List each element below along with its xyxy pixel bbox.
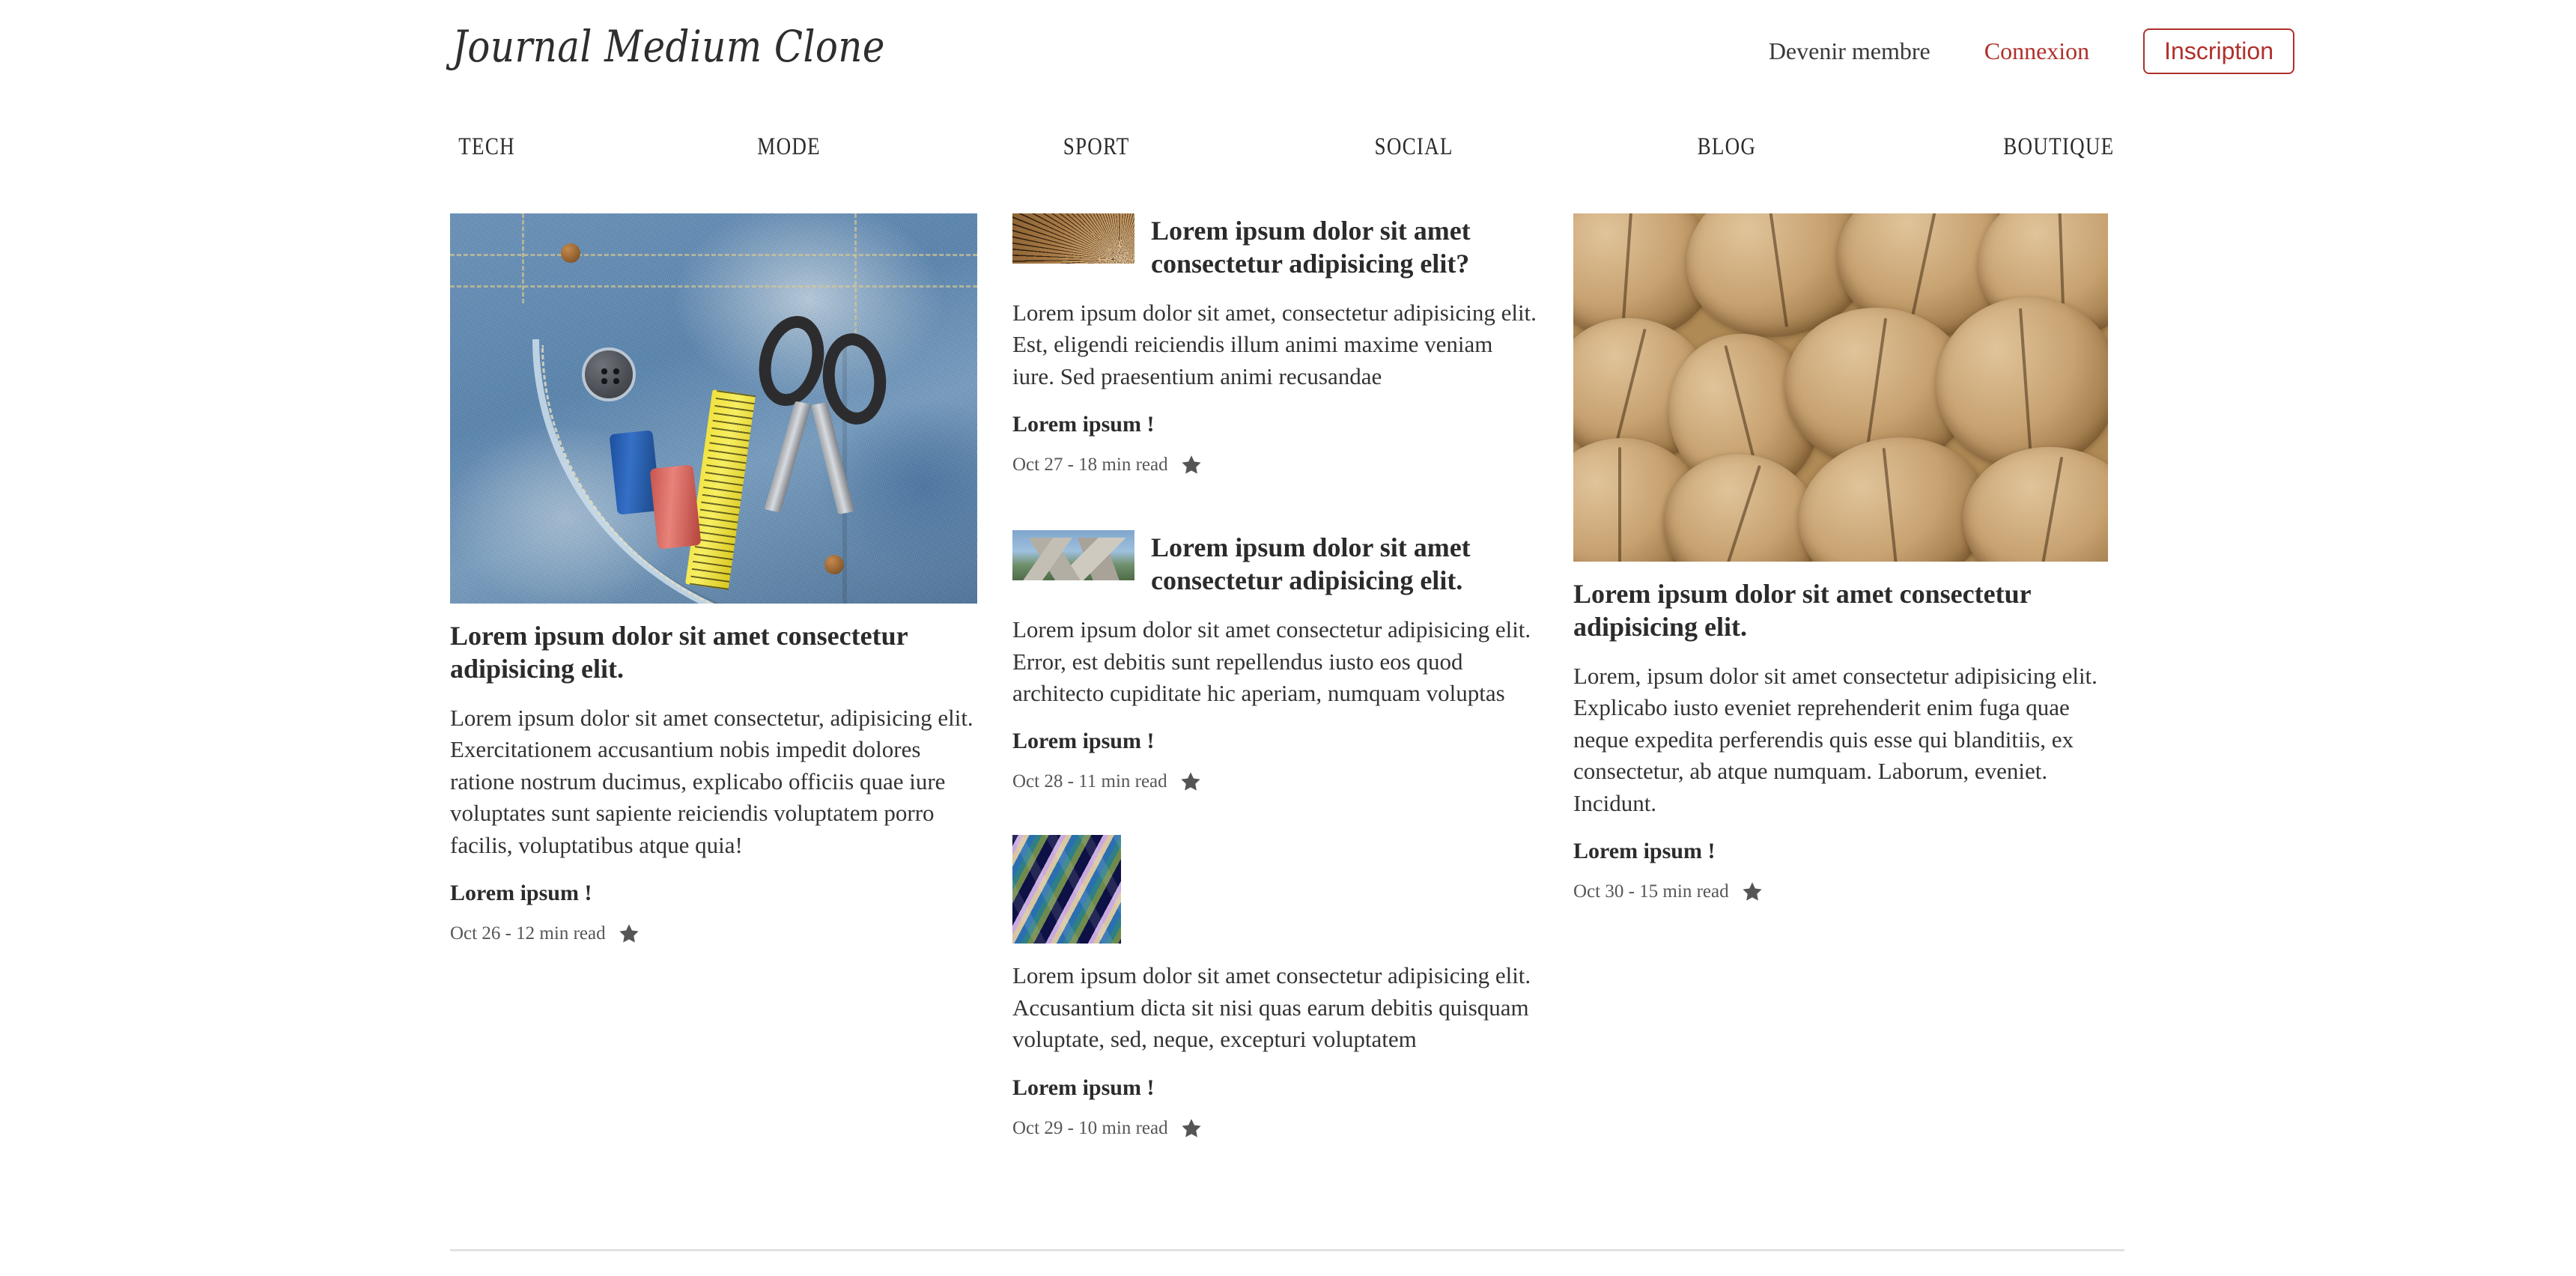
featured-article[interactable]: Lorem ipsum dolor sit amet consectetur a… bbox=[450, 213, 977, 945]
featured-meta: Oct 26 - 12 min read bbox=[450, 923, 977, 945]
nav-item-sport[interactable]: SPORT bbox=[1063, 133, 1130, 161]
middle-article-2-tagline: Lorem ipsum ! bbox=[1012, 729, 1155, 754]
middle-article-1-thumbnail[interactable] bbox=[1012, 213, 1134, 264]
middle-article-2-excerpt: Lorem ipsum dolor sit amet consectetur a… bbox=[1012, 616, 1531, 706]
middle-article-2-head: Lorem ipsum dolor sit amet consectetur a… bbox=[1012, 530, 1540, 598]
site-logo[interactable]: Journal Medium Clone bbox=[452, 21, 885, 72]
middle-article-1-date: Oct 27 - 18 min read bbox=[1012, 455, 1168, 476]
nav-item-social[interactable]: SOCIAL bbox=[1375, 133, 1453, 161]
middle-article-3-thumbnail[interactable] bbox=[1012, 835, 1121, 944]
middle-article-3-date: Oct 29 - 10 min read bbox=[1012, 1117, 1168, 1138]
list-item[interactable]: Lorem ipsum dolor sit amet consectetur a… bbox=[1012, 213, 1540, 476]
middle-article-1-title[interactable]: Lorem ipsum dolor sit amet consectetur a… bbox=[1151, 215, 1540, 281]
middle-article-3-excerpt: Lorem ipsum dolor sit amet consectetur a… bbox=[1012, 962, 1531, 1053]
nav-item-blog[interactable]: BLOG bbox=[1698, 133, 1757, 161]
page-root: Journal Medium Clone Devenir membre Conn… bbox=[0, 0, 2576, 1276]
nav-item-tech[interactable]: TECH bbox=[458, 133, 515, 161]
middle-article-1-tagline: Lorem ipsum ! bbox=[1012, 412, 1155, 437]
right-article-image[interactable] bbox=[1573, 213, 2108, 562]
become-member-link[interactable]: Devenir membre bbox=[1769, 37, 1931, 65]
star-icon[interactable] bbox=[1741, 881, 1764, 903]
right-article-excerpt: Lorem, ipsum dolor sit amet consectetur … bbox=[1573, 662, 2097, 816]
signup-button[interactable]: Inscription bbox=[2143, 28, 2294, 74]
featured-tagline: Lorem ipsum ! bbox=[450, 881, 592, 906]
featured-excerpt: Lorem ipsum dolor sit amet consectetur, … bbox=[450, 704, 973, 858]
login-link[interactable]: Connexion bbox=[1984, 37, 2089, 65]
middle-article-1-excerpt: Lorem ipsum dolor sit amet, consectetur … bbox=[1012, 299, 1537, 389]
star-icon[interactable] bbox=[1179, 771, 1202, 793]
right-article-date: Oct 30 - 15 min read bbox=[1573, 881, 1729, 902]
star-icon[interactable] bbox=[618, 923, 640, 945]
featured-image[interactable] bbox=[450, 213, 977, 604]
featured-title[interactable]: Lorem ipsum dolor sit amet consectetur a… bbox=[450, 620, 977, 686]
right-article-meta: Oct 30 - 15 min read bbox=[1573, 881, 2108, 903]
middle-article-2-date: Oct 28 - 11 min read bbox=[1012, 771, 1167, 792]
site-header: Journal Medium Clone Devenir membre Conn… bbox=[0, 0, 2576, 126]
nav-item-boutique[interactable]: BOUTIQUE bbox=[2004, 133, 2115, 161]
middle-article-1-head: Lorem ipsum dolor sit amet consectetur a… bbox=[1012, 213, 1540, 281]
middle-article-3-meta: Oct 29 - 10 min read bbox=[1012, 1117, 1540, 1140]
list-item[interactable]: Lorem ipsum dolor sit amet consectetur a… bbox=[1012, 835, 1540, 1139]
nav-item-mode[interactable]: MODE bbox=[757, 133, 821, 161]
footer-divider bbox=[450, 1249, 2124, 1251]
header-actions: Devenir membre Connexion Inscription bbox=[1769, 28, 2294, 74]
category-nav: TECH MODE SPORT SOCIAL BLOG BOUTIQUE bbox=[452, 133, 2127, 161]
featured-date: Oct 26 - 12 min read bbox=[450, 923, 606, 944]
middle-article-2-thumbnail[interactable] bbox=[1012, 530, 1134, 581]
right-article[interactable]: Lorem ipsum dolor sit amet consectetur a… bbox=[1573, 213, 2108, 903]
star-icon[interactable] bbox=[1180, 1117, 1203, 1140]
middle-article-3-tagline: Lorem ipsum ! bbox=[1012, 1075, 1155, 1100]
right-article-title[interactable]: Lorem ipsum dolor sit amet consectetur a… bbox=[1573, 578, 2108, 644]
list-item[interactable]: Lorem ipsum dolor sit amet consectetur a… bbox=[1012, 530, 1540, 793]
middle-article-1-meta: Oct 27 - 18 min read bbox=[1012, 454, 1540, 476]
middle-article-2-title[interactable]: Lorem ipsum dolor sit amet consectetur a… bbox=[1151, 532, 1540, 598]
right-article-tagline: Lorem ipsum ! bbox=[1573, 839, 1716, 864]
middle-column: Lorem ipsum dolor sit amet consectetur a… bbox=[1012, 213, 1540, 1140]
middle-article-2-meta: Oct 28 - 11 min read bbox=[1012, 771, 1540, 793]
star-icon[interactable] bbox=[1180, 454, 1203, 476]
